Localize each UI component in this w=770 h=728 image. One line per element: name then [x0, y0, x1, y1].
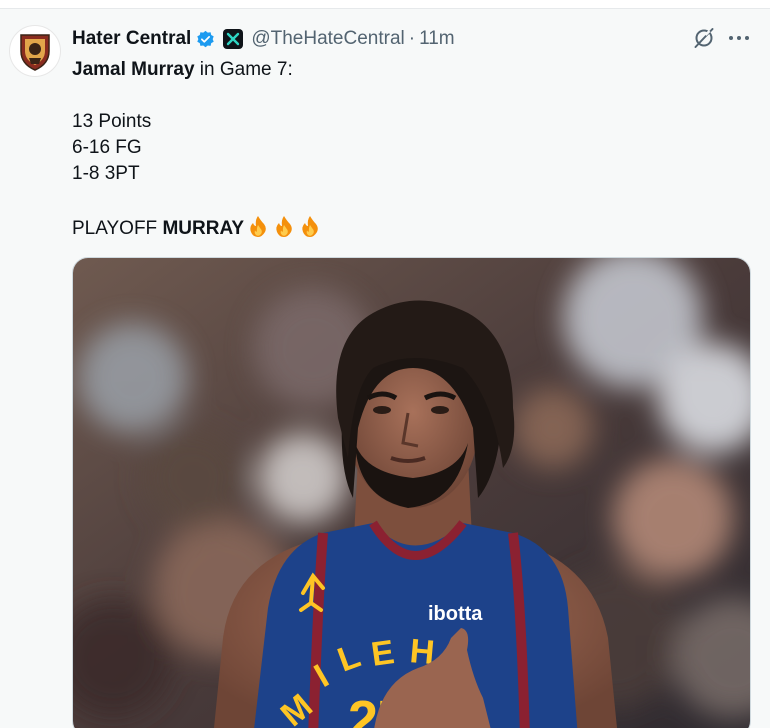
stat-points: 13 Points — [72, 111, 152, 132]
tweet-closing-line: PLAYOFF MURRAY — [72, 214, 322, 242]
tweet-media-photo[interactable]: ibotta M I L E H 27 — [72, 257, 751, 728]
timestamp[interactable]: 11m — [419, 27, 455, 51]
jersey-sponsor: ibotta — [428, 603, 483, 625]
grok-icon[interactable] — [692, 26, 716, 50]
stat-field-goals: 6-16 FG — [72, 137, 142, 158]
x-affiliate-badge-icon[interactable] — [223, 29, 244, 49]
tweet-text-rest: in Game 7: — [194, 59, 293, 80]
timeline-divider — [0, 0, 770, 9]
fire-emoji-icon — [298, 214, 322, 242]
team-shield-logo-icon — [20, 34, 50, 71]
author-name[interactable]: Hater Central — [72, 27, 191, 51]
closing-prefix: PLAYOFF — [72, 218, 163, 239]
stat-three-pointers: 1-8 3PT — [72, 163, 140, 184]
tweet-text-line-1: Jamal Murray in Game 7: — [72, 57, 293, 83]
more-options-icon[interactable] — [726, 26, 752, 50]
avatar[interactable] — [9, 25, 61, 77]
meta-separator: · — [408, 28, 416, 49]
closing-bold: MURRAY — [162, 218, 245, 239]
emoji-row — [244, 216, 322, 239]
fire-emoji-icon — [272, 214, 296, 242]
mention-player-name: Jamal Murray — [72, 59, 195, 80]
verified-badge-icon — [197, 30, 215, 47]
player-photo: ibotta M I L E H 27 — [73, 258, 750, 728]
fire-emoji-icon — [246, 214, 270, 242]
author-handle[interactable]: @TheHateCentral — [251, 27, 404, 51]
